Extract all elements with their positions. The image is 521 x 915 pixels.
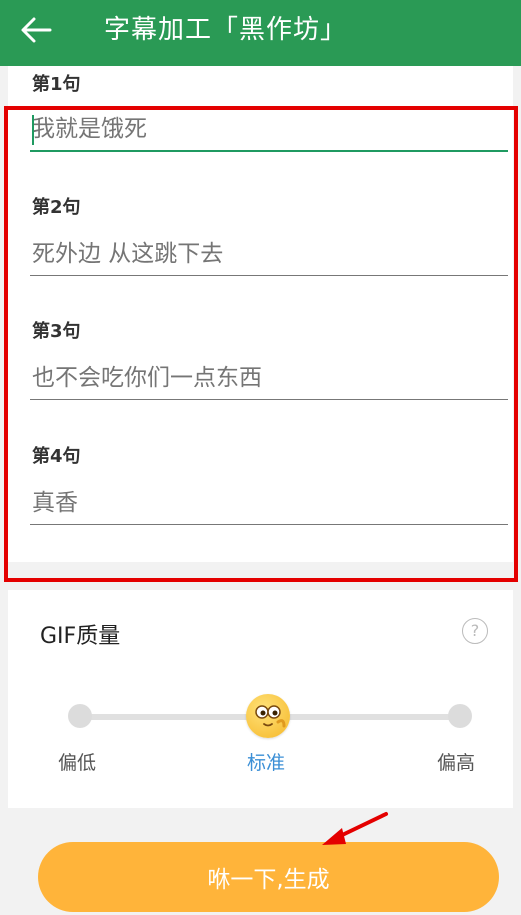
generate-button[interactable]: 咻一下,生成 [38,842,499,912]
sentence-label-1: 第1句 [32,74,81,95]
sentence-input-2[interactable] [30,232,508,276]
sentence-label-2: 第2句 [32,197,81,218]
arrow-left-icon [21,17,52,43]
page-title: 字幕加工「黑作坊」 [104,15,348,45]
quality-level-high[interactable]: 偏高 [437,748,475,775]
top-bar: 字幕加工「黑作坊」 [0,0,521,66]
arrow-annotation-icon [322,812,388,845]
emoji-face-icon [255,705,286,728]
back-button[interactable] [16,10,56,50]
sentence-input-1[interactable] [30,108,508,152]
quality-slider-thumb[interactable] [246,694,290,738]
quality-stop-high[interactable] [448,704,472,728]
quality-stop-low[interactable] [68,704,92,728]
quality-level-low[interactable]: 偏低 [58,748,96,775]
sentence-label-4: 第4句 [32,446,81,467]
text-caret [32,115,34,145]
gif-quality-title: GIF质量 [40,624,121,649]
sentence-input-4[interactable] [30,481,508,525]
sentence-input-3[interactable] [30,356,508,400]
quality-level-standard[interactable]: 标准 [247,748,285,775]
gif-quality-card: GIF质量 ? 偏低 标准 偏高 [8,590,513,808]
help-icon[interactable]: ? [462,618,488,644]
sentence-label-3: 第3句 [32,321,81,342]
